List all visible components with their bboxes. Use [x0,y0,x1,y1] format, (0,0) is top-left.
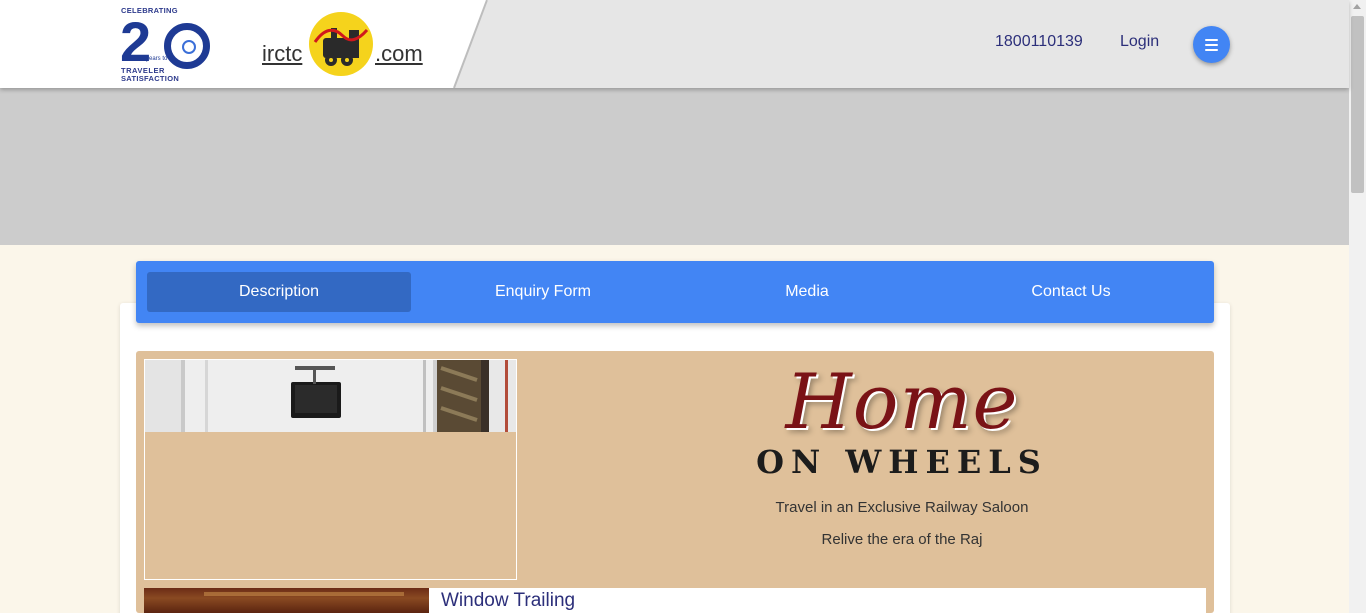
hero-text-block: Home ON WHEELS Travel in an Exclusive Ra… [656,351,1148,581]
item-title[interactable]: Window Trailing [441,590,575,612]
badge-irctc-emblem [164,23,210,69]
hero-tagline-1: Travel in an Exclusive Railway Saloon [775,499,1029,516]
hamburger-icon-bar [1205,43,1218,46]
window-trailing-thumbnail[interactable] [144,588,429,613]
tab-enquiry-form[interactable]: Enquiry Form [411,272,675,312]
logo-com-text: .com [375,41,423,66]
hero-title: Home [785,357,1019,446]
irctc-emblem-icon [182,40,196,54]
banner-placeholder [0,88,1349,245]
page-scrollbar[interactable] [1349,0,1366,613]
hero-subtitle: ON WHEELS [756,443,1048,481]
list-item: Window Trailing [429,588,1206,613]
irctc-tourism-logo[interactable]: irctc .com [262,10,432,80]
tab-bar: Description Enquiry Form Media Contact U… [136,261,1214,323]
logo-panel-edge [453,0,488,88]
login-link[interactable]: Login [1120,33,1159,51]
badge-years-text: years to [146,56,168,62]
celebrating-20-years-logo[interactable]: CELEBRATING 2 years to TRAVELER SATISFAC… [120,6,212,84]
tab-media[interactable]: Media [675,272,939,312]
hamburger-icon-bar [1205,48,1218,51]
hamburger-icon [1205,38,1218,41]
saloon-photo-frame[interactable] [144,359,517,580]
helpline-number[interactable]: 1800110139 [995,33,1083,51]
saloon-interior-photo [145,360,516,432]
scrollbar-thumb[interactable] [1351,16,1364,193]
site-header: CELEBRATING 2 years to TRAVELER SATISFAC… [0,0,1349,88]
scroll-up-arrow-icon[interactable] [1353,4,1361,9]
logo-irctc-text: irctc [262,41,303,66]
badge-bottom-line2: SATISFACTION [121,74,180,83]
train-engine-icon [309,12,373,76]
hero-panel: Home ON WHEELS Travel in an Exclusive Ra… [136,351,1214,613]
hero-tagline-2: Relive the era of the Raj [821,531,983,548]
tab-contact-us[interactable]: Contact Us [939,272,1203,312]
menu-button[interactable] [1193,26,1230,63]
tab-description[interactable]: Description [147,272,411,312]
